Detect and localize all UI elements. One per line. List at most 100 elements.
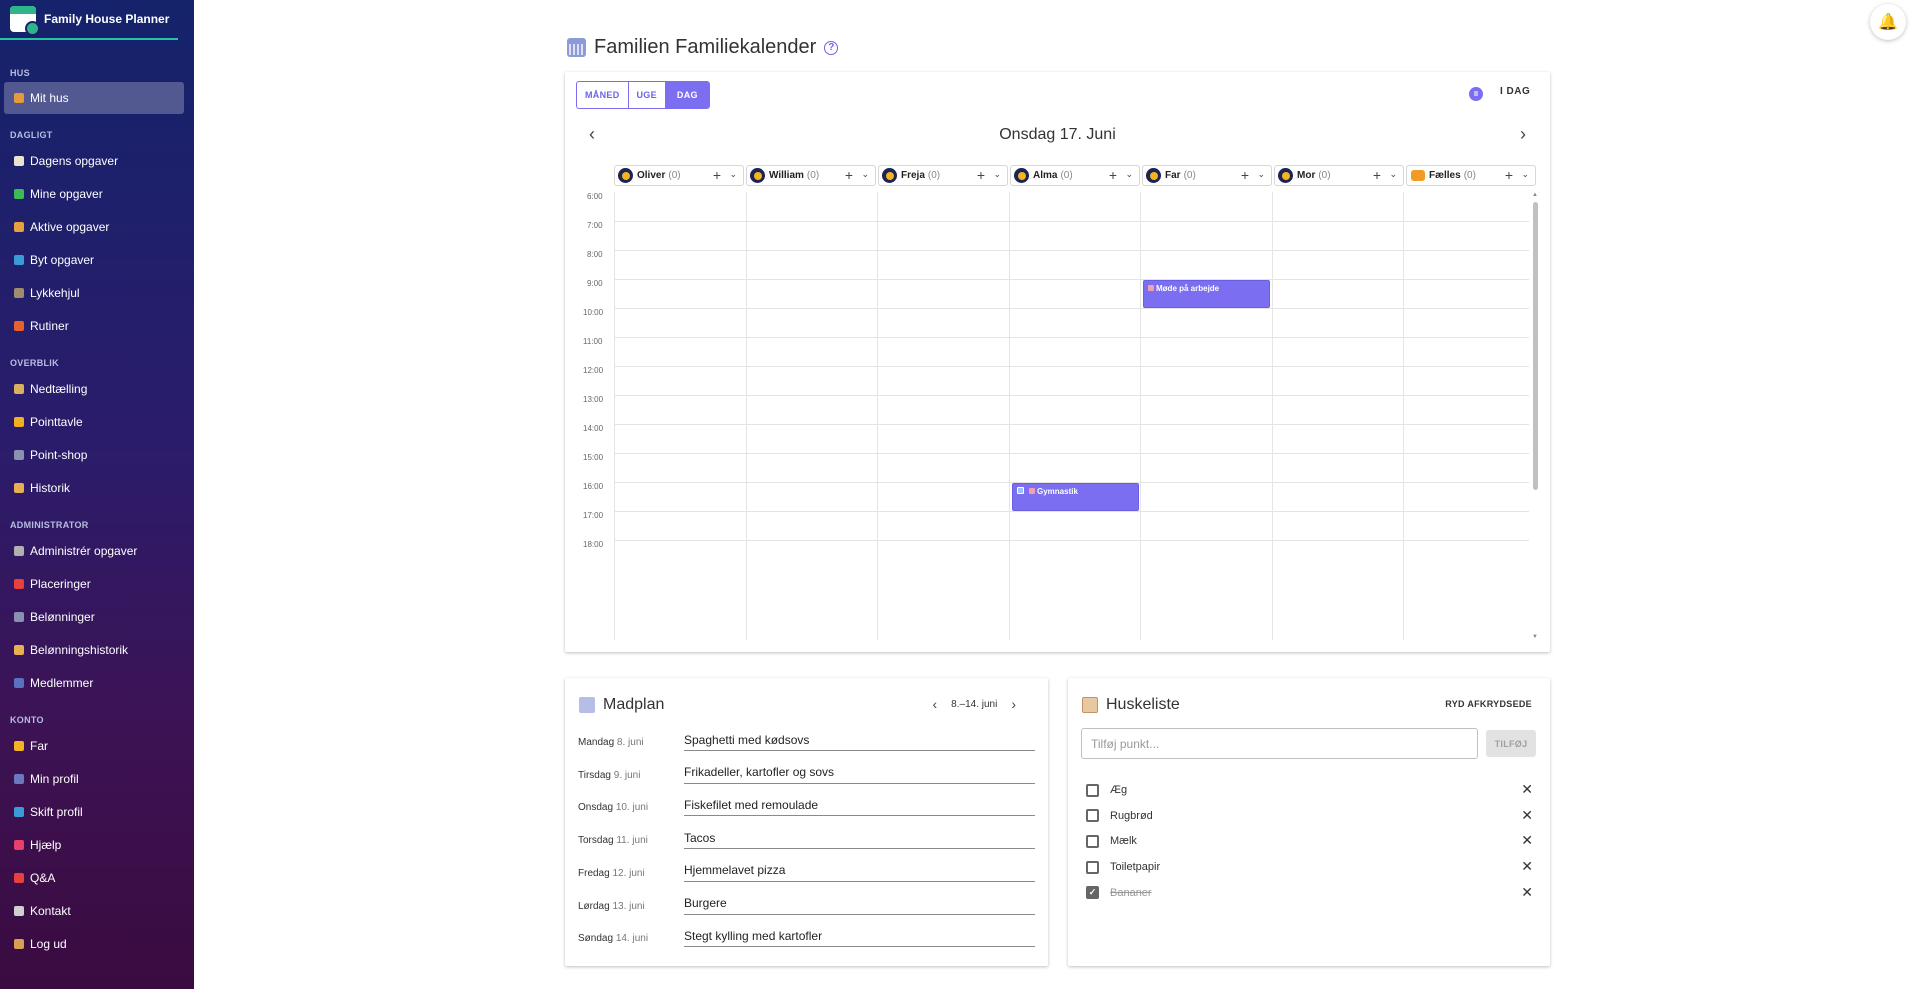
person-column-header[interactable]: Mor (0) + ⌄ [1274,165,1404,186]
plus-icon[interactable]: + [845,167,853,183]
chevron-right-icon[interactable]: › [1520,124,1526,145]
meal-row: Tirsdag 9. juni [578,760,1035,786]
sidebar-item-nedtælling[interactable]: Nedtælling [0,372,194,405]
chevron-left-icon[interactable]: ‹ [933,696,938,712]
sidebar-item-byt-opgaver[interactable]: Byt opgaver [0,243,194,276]
sidebar-item-icon [14,287,24,298]
view-button-2[interactable]: DAG [665,82,709,108]
close-icon[interactable]: ✕ [1521,781,1533,798]
meal-input[interactable] [684,761,1035,784]
sidebar-item-aktive-opgaver[interactable]: Aktive opgaver [0,210,194,243]
meal-day: Mandag 8. juni [578,737,644,748]
chevron-down-icon[interactable]: ⌄ [1125,169,1133,180]
person-count: (0) [1318,170,1331,181]
meal-input[interactable] [684,859,1035,882]
person-column-header[interactable]: Alma (0) + ⌄ [1010,165,1140,186]
calendar-event[interactable]: Gymnastik [1012,483,1139,511]
meal-row: Fredag 12. juni [578,858,1035,884]
meal-row: Onsdag 10. juni [578,792,1035,818]
person-column-header[interactable]: Freja (0) + ⌄ [878,165,1008,186]
sidebar-item-hjælp[interactable]: Hjælp [0,828,194,861]
person-column-header[interactable]: Far (0) + ⌄ [1142,165,1272,186]
sidebar-item-rutiner[interactable]: Rutiner [0,309,194,342]
sidebar-item-mine-opgaver[interactable]: Mine opgaver [0,177,194,210]
sidebar-item-administr-r-opgaver[interactable]: Administrér opgaver [0,534,194,567]
close-icon[interactable]: ✕ [1521,807,1533,824]
app-logo[interactable]: Family House Planner [0,0,178,40]
hour-label: 14:00 [583,424,604,433]
sidebar-item-belønningshistorik[interactable]: Belønningshistorik [0,633,194,666]
clear-checked-button[interactable]: RYD AFKRYDSEDE [1445,699,1532,709]
person-column-header[interactable]: William (0) + ⌄ [746,165,876,186]
meal-input[interactable] [684,892,1035,915]
sidebar-item-label: Kontakt [30,903,71,918]
sidebar-item-dagens-opgaver[interactable]: Dagens opgaver [0,144,194,177]
help-icon[interactable]: ? [824,40,839,55]
bell-icon[interactable]: 🔔 [1870,4,1906,40]
meal-day-date: 8. juni [616,737,644,748]
calendar-card: MÅNED UGE DAG II I DAG ‹ Onsdag 17. Juni ›… [565,72,1550,652]
checkbox[interactable] [1086,809,1099,823]
person-column-header[interactable]: Fælles (0) + ⌄ [1406,165,1536,186]
sidebar-item-historik[interactable]: Historik [0,471,194,504]
sidebar-item-medlemmer[interactable]: Medlemmer [0,666,194,699]
avatar-face [1017,171,1026,180]
add-item-button[interactable]: TILFØJ [1486,730,1536,757]
checkbox[interactable]: ✓ [1086,886,1099,900]
meal-input[interactable] [684,729,1035,751]
scroll-up-icon[interactable]: ▲ [1532,192,1538,198]
today-button[interactable]: I DAG [1500,86,1530,97]
chevron-down-icon[interactable]: ⌄ [1389,169,1397,180]
sidebar-item-point-shop[interactable]: Point-shop [0,438,194,471]
sidebar-item-far[interactable]: Far [0,729,194,762]
person-column-header[interactable]: Oliver (0) + ⌄ [614,165,744,186]
checkbox[interactable] [1086,860,1099,874]
close-icon[interactable]: ✕ [1521,858,1533,875]
sidebar-item-belønninger[interactable]: Belønninger [0,600,194,633]
chevron-right-icon[interactable]: › [1011,696,1016,712]
close-icon[interactable]: ✕ [1521,832,1533,849]
pause-icon[interactable]: II [1469,87,1483,101]
sidebar-item-pointtavle[interactable]: Pointtavle [0,405,194,438]
meal-day: Torsdag 11. juni [578,835,648,846]
calendar-event[interactable]: Møde på arbejde [1143,280,1270,308]
meal-day-name: Lørdag [578,900,610,912]
scroll-thumb[interactable] [1533,202,1538,490]
chevron-down-icon[interactable]: ⌄ [861,169,869,180]
scroll-down-icon[interactable]: ▼ [1532,634,1538,640]
sidebar-item-min-profil[interactable]: Min profil [0,762,194,795]
plus-icon[interactable]: + [977,167,985,183]
chevron-down-icon[interactable]: ⌄ [993,169,1001,180]
chevron-down-icon[interactable]: ⌄ [1521,169,1529,180]
chevron-down-icon[interactable]: ⌄ [1257,169,1265,180]
sidebar-item-kontakt[interactable]: Kontakt [0,894,194,927]
sidebar-item-mit-hus[interactable]: Mit hus [4,82,184,114]
checkbox-icon[interactable] [1017,487,1024,494]
add-item-input[interactable] [1081,728,1478,759]
sidebar-item-lykkehjul[interactable]: Lykkehjul [0,276,194,309]
sidebar-item-icon [14,677,24,688]
plus-icon[interactable]: + [1373,167,1381,183]
meal-input[interactable] [684,925,1035,948]
sidebar-item-placeringer[interactable]: Placeringer [0,567,194,600]
sidebar-item-skift-profil[interactable]: Skift profil [0,795,194,828]
meal-input[interactable] [684,794,1035,817]
view-button-0[interactable]: MÅNED [577,82,629,108]
plus-icon[interactable]: + [1241,167,1249,183]
view-button-1[interactable]: UGE [629,82,666,108]
scrollbar[interactable]: ▲ ▼ [1532,192,1539,640]
person-name: William [769,170,804,181]
checkbox[interactable] [1086,834,1099,848]
checkbox[interactable] [1086,783,1099,797]
chevron-down-icon[interactable]: ⌄ [729,169,737,180]
plus-icon[interactable]: + [1109,167,1117,183]
day-grid[interactable]: Møde på arbejde Gymnastik [614,192,1529,640]
sidebar-nav: HUS Mit hus DAGLIGT Dagens opgaver Mine opga… [0,68,194,960]
sidebar-item-log-ud[interactable]: Log ud [0,927,194,960]
meal-input[interactable] [684,827,1035,850]
close-icon[interactable]: ✕ [1521,884,1533,901]
plus-icon[interactable]: + [1505,167,1513,183]
hour-gridline [614,424,1529,425]
sidebar-item-q-a[interactable]: Q&A [0,861,194,894]
plus-icon[interactable]: + [713,167,721,183]
